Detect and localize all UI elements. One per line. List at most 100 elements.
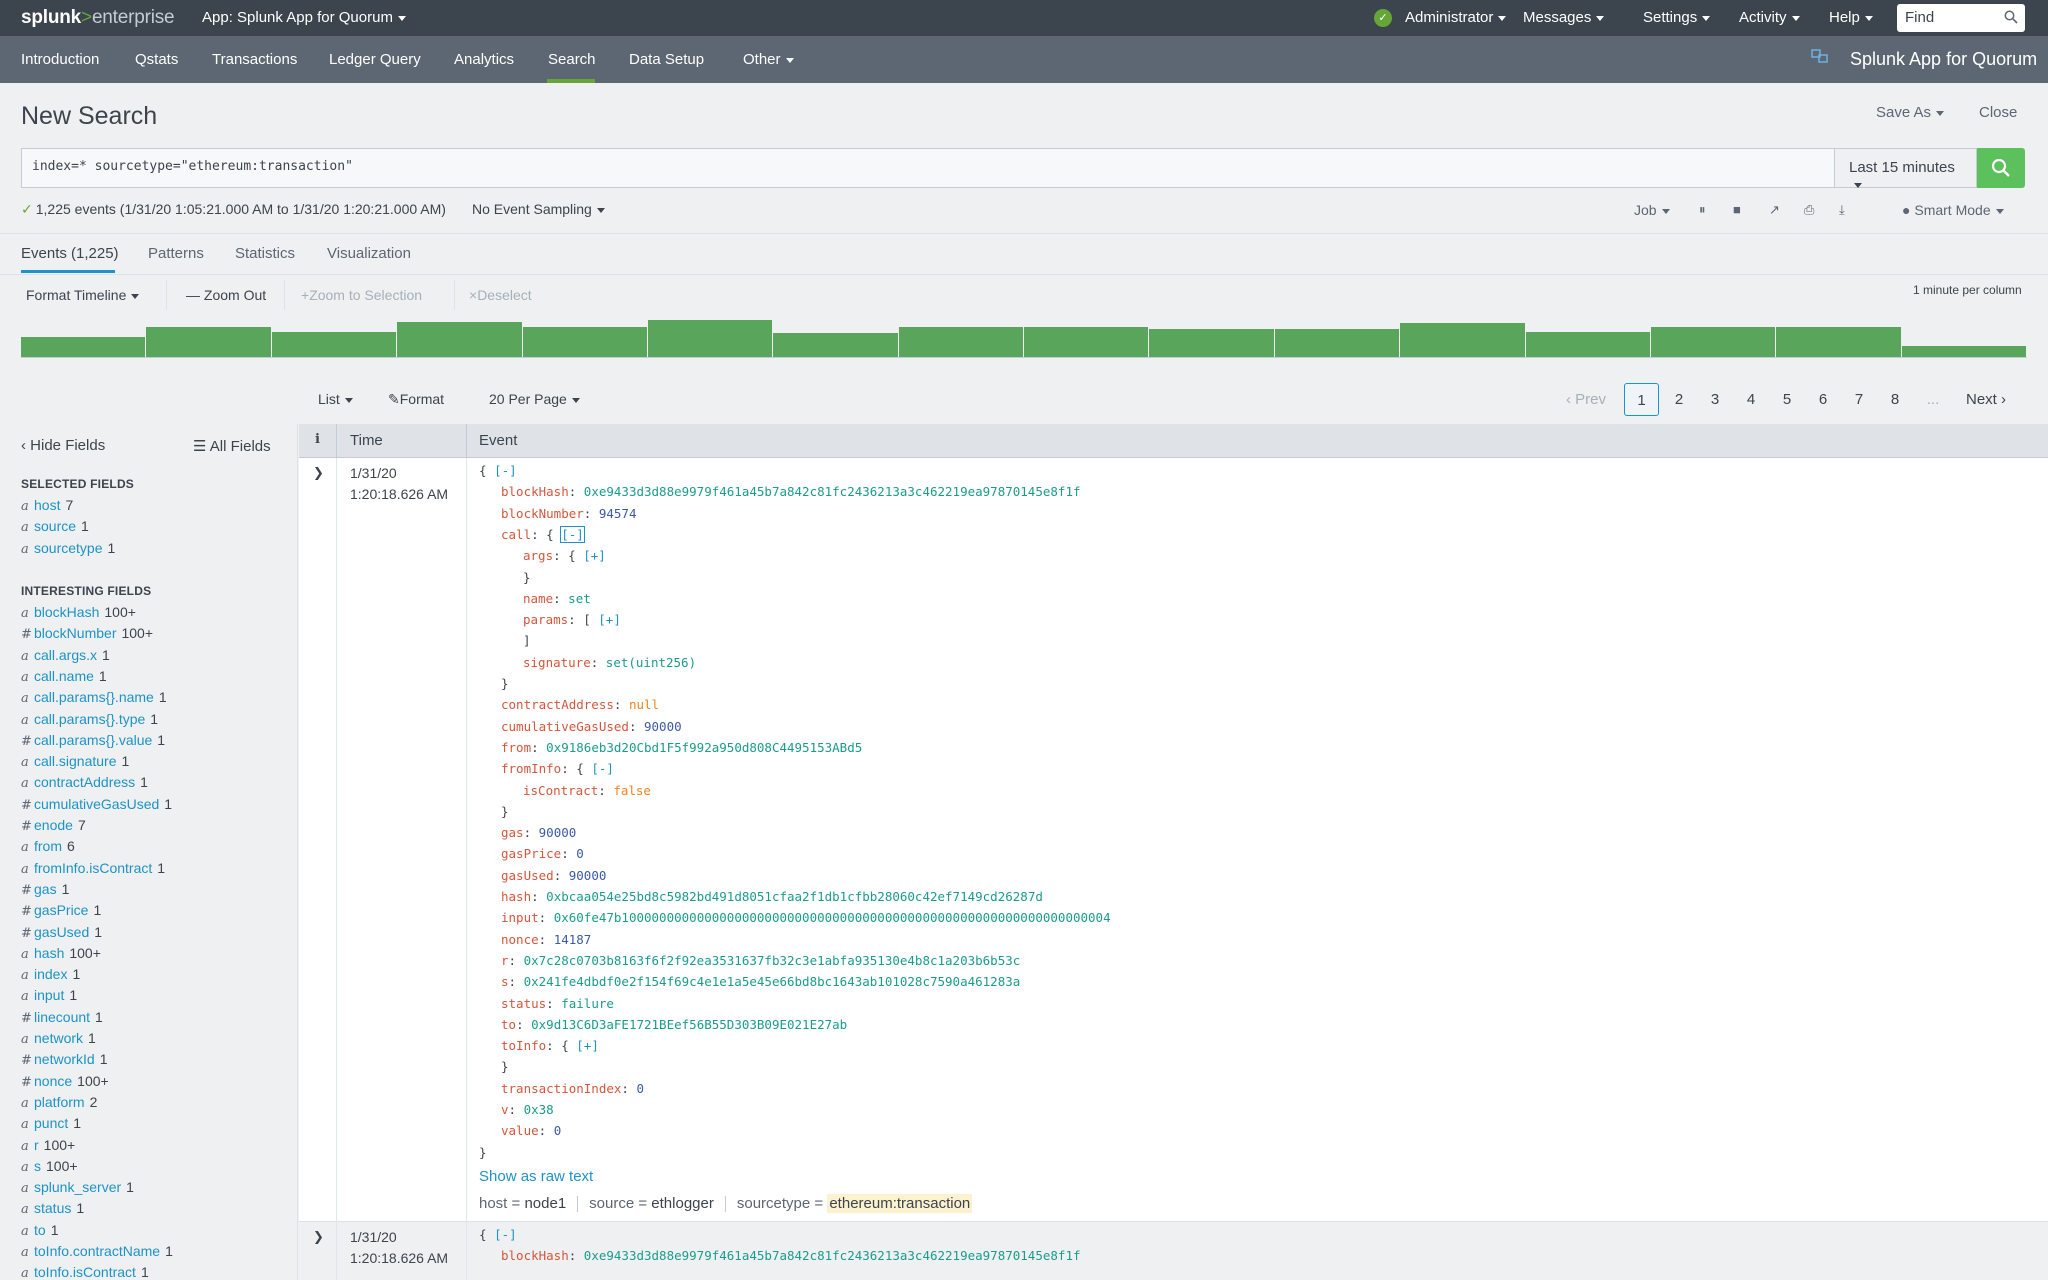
- field-name[interactable]: to: [34, 1222, 46, 1238]
- timeline-bar[interactable]: [647, 320, 774, 357]
- json-key[interactable]: args: [523, 548, 553, 563]
- page-8-button[interactable]: 8: [1885, 383, 1905, 416]
- prev-page-button[interactable]: ‹ Prev: [1561, 383, 1611, 416]
- field-name[interactable]: status: [34, 1200, 71, 1216]
- activity-menu[interactable]: Activity: [1739, 9, 1800, 26]
- nav-transactions[interactable]: Transactions: [212, 51, 297, 68]
- json-key[interactable]: to: [501, 1017, 516, 1032]
- json-value[interactable]: set(uint256): [606, 655, 696, 670]
- tab-patterns[interactable]: Patterns: [148, 245, 204, 262]
- timeline-bar[interactable]: [1650, 327, 1777, 357]
- close-button[interactable]: Close: [1979, 104, 2017, 121]
- event-sampling-dropdown[interactable]: No Event Sampling: [472, 201, 605, 217]
- tab-visualization[interactable]: Visualization: [327, 245, 411, 262]
- all-fields-button[interactable]: ☰ All Fields: [193, 437, 271, 455]
- timeline-bar[interactable]: [271, 332, 398, 357]
- field-item[interactable]: a punct 1: [21, 1115, 81, 1132]
- field-item[interactable]: a call.name 1: [21, 668, 107, 685]
- field-name[interactable]: network: [34, 1030, 83, 1046]
- field-name[interactable]: input: [34, 987, 64, 1003]
- json-key[interactable]: toInfo: [501, 1038, 546, 1053]
- field-item[interactable]: a r 100+: [21, 1137, 75, 1154]
- field-name[interactable]: toInfo.contractName: [34, 1243, 160, 1259]
- job-menu[interactable]: Job: [1634, 202, 1670, 218]
- field-name[interactable]: splunk_server: [34, 1179, 121, 1195]
- field-item[interactable]: a toInfo.isContract 1: [21, 1264, 149, 1280]
- field-name[interactable]: gas: [34, 881, 57, 897]
- json-key[interactable]: blockHash: [501, 484, 569, 499]
- field-name[interactable]: linecount: [34, 1009, 90, 1025]
- page-6-button[interactable]: 6: [1813, 383, 1833, 416]
- timeline-bar[interactable]: [1400, 323, 1526, 357]
- field-name[interactable]: call.params{}.name: [34, 689, 154, 705]
- timeline-bar[interactable]: [21, 337, 147, 357]
- json-value[interactable]: set: [568, 591, 591, 606]
- field-item[interactable]: a call.params{}.name 1: [21, 689, 167, 706]
- field-item[interactable]: a source 1: [21, 518, 89, 535]
- search-button[interactable]: [1977, 148, 2025, 188]
- json-key[interactable]: name: [523, 591, 553, 606]
- field-item[interactable]: a input 1: [21, 987, 77, 1004]
- json-value[interactable]: 0x241fe4dbdf0e2f154f69c4e1e1a5e45e66bd8b…: [524, 974, 1021, 989]
- field-item[interactable]: # networkId 1: [21, 1051, 108, 1068]
- time-column-header[interactable]: Time: [350, 432, 383, 449]
- per-page-dropdown[interactable]: 20 Per Page: [489, 391, 580, 407]
- json-key[interactable]: v: [501, 1102, 509, 1117]
- field-name[interactable]: gasPrice: [34, 902, 88, 918]
- json-key[interactable]: cumulativeGasUsed: [501, 719, 629, 734]
- json-toggle[interactable]: [+]: [598, 612, 621, 627]
- field-item[interactable]: a call.signature 1: [21, 753, 129, 770]
- page-7-button[interactable]: 7: [1849, 383, 1869, 416]
- export-icon[interactable]: ⤓: [1839, 202, 1845, 218]
- json-toggle[interactable]: [+]: [583, 548, 606, 563]
- timeline-bar[interactable]: [522, 327, 648, 357]
- search-query-input[interactable]: index=* sourcetype="ethereum:transaction…: [21, 148, 1834, 188]
- field-item[interactable]: a hash 100+: [21, 945, 101, 962]
- field-item[interactable]: a status 1: [21, 1200, 84, 1217]
- event-time[interactable]: 1/31/20 1:20:18.626 AM: [350, 463, 448, 505]
- json-toggle[interactable]: [-]: [560, 525, 585, 543]
- json-key[interactable]: nonce: [501, 932, 539, 947]
- field-name[interactable]: source: [34, 518, 76, 534]
- field-item[interactable]: # cumulativeGasUsed 1: [21, 796, 172, 813]
- field-item[interactable]: a network 1: [21, 1030, 96, 1047]
- json-key[interactable]: hash: [501, 889, 531, 904]
- field-name[interactable]: call.signature: [34, 753, 117, 769]
- timeline-bar[interactable]: [1901, 346, 2027, 357]
- help-menu[interactable]: Help: [1829, 9, 1873, 26]
- page-2-button[interactable]: 2: [1669, 383, 1689, 416]
- zoom-to-selection-button[interactable]: +Zoom to Selection: [301, 287, 422, 303]
- field-item[interactable]: # gasPrice 1: [21, 902, 101, 919]
- json-toggle[interactable]: [+]: [576, 1038, 599, 1053]
- json-value[interactable]: 0x60fe47b1000000000000000000000000000000…: [554, 910, 1111, 925]
- field-name[interactable]: platform: [34, 1094, 85, 1110]
- field-item[interactable]: a toInfo.contractName 1: [21, 1243, 173, 1260]
- json-key[interactable]: s: [501, 974, 509, 989]
- json-key[interactable]: isContract: [523, 783, 598, 798]
- field-item[interactable]: a sourcetype 1: [21, 540, 115, 557]
- zoom-out-button[interactable]: — Zoom Out: [186, 287, 266, 303]
- field-item[interactable]: a index 1: [21, 966, 80, 983]
- json-value[interactable]: 94574: [599, 506, 637, 521]
- field-item[interactable]: # nonce 100+: [21, 1073, 109, 1090]
- json-key[interactable]: status: [501, 996, 546, 1011]
- show-raw-text-link[interactable]: Show as raw text: [479, 1168, 593, 1185]
- tab-statistics[interactable]: Statistics: [235, 245, 295, 262]
- field-item[interactable]: # gasUsed 1: [21, 924, 102, 941]
- health-ok-icon[interactable]: ✓: [1374, 9, 1392, 27]
- json-value[interactable]: 0x9d13C6D3aFE1721BEef56B55D303B09E021E27…: [531, 1017, 847, 1032]
- timeline-bar[interactable]: [1274, 329, 1401, 357]
- field-name[interactable]: call.params{}.type: [34, 711, 145, 727]
- event-time[interactable]: 1/31/20 1:20:18.626 AM: [350, 1227, 448, 1269]
- field-item[interactable]: # linecount 1: [21, 1009, 103, 1026]
- json-value[interactable]: 0x9186eb3d20Cbd1F5f992a950d808C4495153AB…: [546, 740, 862, 755]
- timeline-bar[interactable]: [397, 322, 523, 357]
- nav-analytics[interactable]: Analytics: [454, 51, 514, 68]
- json-value[interactable]: 0: [576, 846, 584, 861]
- json-value[interactable]: 0xe9433d3d88e9979f461a45b7a842c81fc24362…: [584, 1248, 1081, 1263]
- field-item[interactable]: # blockNumber 100+: [21, 625, 153, 642]
- pause-icon[interactable]: ⏸: [1699, 202, 1706, 218]
- field-item[interactable]: a fromInfo.isContract 1: [21, 860, 165, 877]
- deselect-button[interactable]: ×Deselect: [469, 287, 532, 303]
- app-menu[interactable]: App: Splunk App for Quorum: [202, 9, 406, 26]
